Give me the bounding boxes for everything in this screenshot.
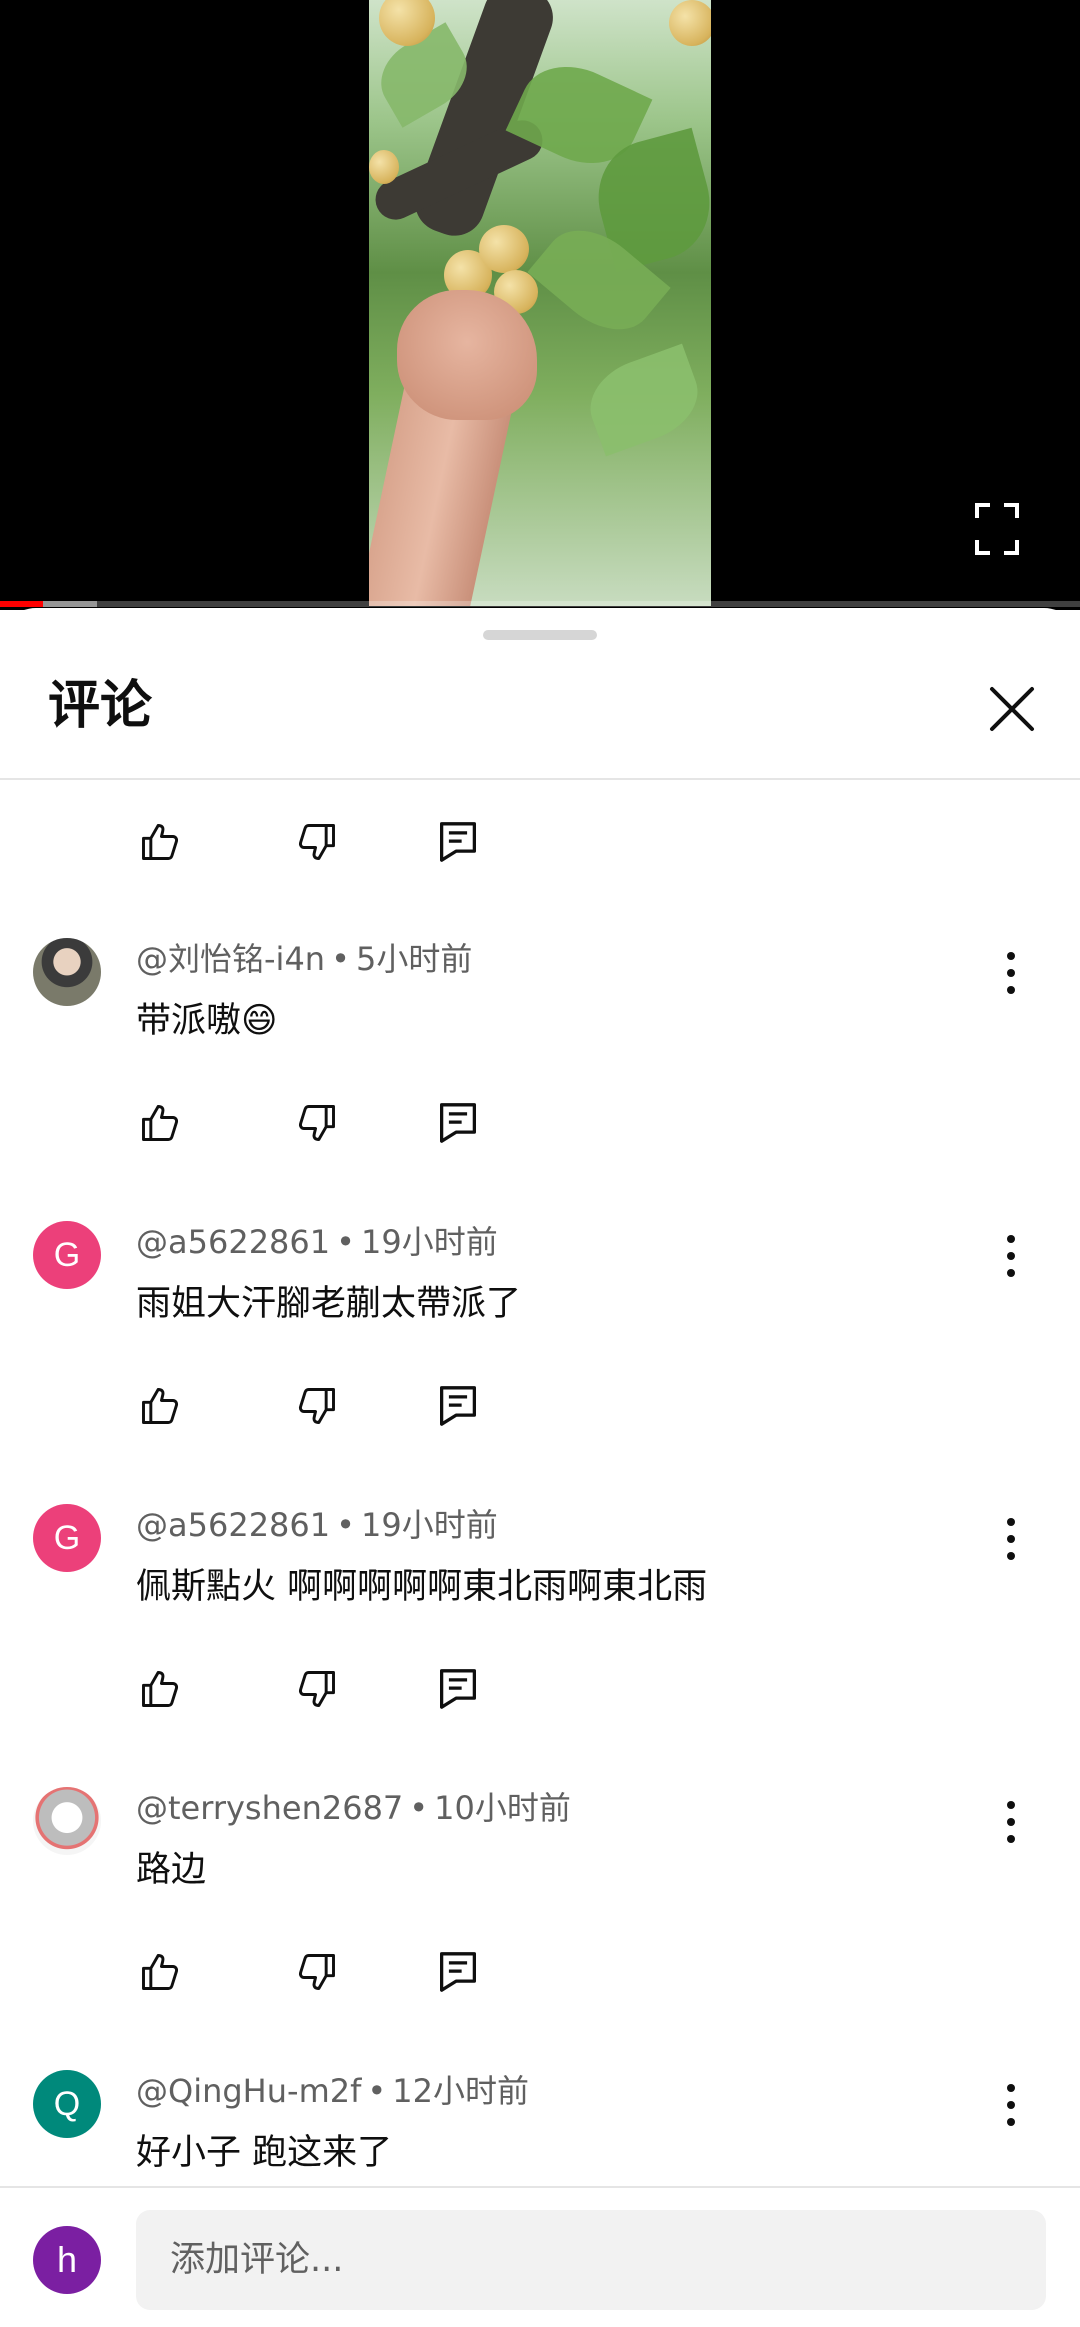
comment-actions	[130, 1659, 530, 1719]
comment-input-bar: h	[0, 2186, 1080, 2327]
comment-item: @terryshen2687 • 10小时前 路边	[0, 1787, 1080, 2057]
separator-dot: •	[367, 2072, 387, 2110]
reply-icon[interactable]	[428, 1942, 488, 2002]
comment-meta: @QingHu-m2f • 12小时前	[136, 2072, 529, 2110]
thumb-up-icon[interactable]	[130, 1659, 190, 1719]
avatar[interactable]: G	[33, 1504, 101, 1572]
comment-meta: @a5622861 • 19小时前	[136, 1223, 498, 1261]
comment-actions	[130, 812, 530, 872]
video-player[interactable]	[0, 0, 1080, 610]
more-vert-icon[interactable]	[993, 946, 1029, 1000]
thumb-up-icon[interactable]	[130, 1376, 190, 1436]
avatar[interactable]: Q	[33, 2070, 101, 2138]
comment-meta: @terryshen2687 • 10小时前	[136, 1789, 571, 1827]
more-vert-icon[interactable]	[993, 1795, 1029, 1849]
comment-text: 雨姐大汗腳老蒯太帶派了	[136, 1284, 522, 1324]
comment-item: @刘怡铭-i4n • 5小时前 带派嗷😄	[0, 938, 1080, 1208]
video-frame	[369, 0, 711, 606]
comment-time: 19小时前	[361, 1506, 498, 1544]
comment-text: 路边	[136, 1850, 207, 1890]
separator-dot: •	[331, 940, 350, 978]
reply-icon[interactable]	[428, 1093, 488, 1153]
separator-dot: •	[336, 1223, 355, 1261]
progress-played	[0, 601, 44, 607]
comment-author[interactable]: @QingHu-m2f	[136, 2072, 361, 2110]
comment-actions	[130, 1942, 530, 2002]
comment-actions	[130, 1093, 530, 1153]
fullscreen-icon[interactable]	[974, 502, 1020, 556]
more-vert-icon[interactable]	[993, 2078, 1029, 2132]
avatar[interactable]	[33, 1787, 101, 1855]
reply-icon[interactable]	[428, 812, 488, 872]
separator-dot: •	[336, 1506, 355, 1544]
comment-text: 佩斯點火 啊啊啊啊啊東北雨啊東北雨	[136, 1567, 708, 1607]
comment-meta: @刘怡铭-i4n • 5小时前	[136, 940, 472, 978]
thumb-down-icon[interactable]	[287, 1093, 347, 1153]
sheet-title: 评论	[48, 676, 153, 736]
comment-actions	[130, 1376, 530, 1436]
comment-text: 带派嗷😄	[136, 1001, 278, 1041]
close-icon[interactable]	[984, 681, 1040, 737]
comment-item: G @a5622861 • 19小时前 雨姐大汗腳老蒯太帶派了	[0, 1221, 1080, 1491]
drag-handle[interactable]	[483, 630, 597, 640]
comment-meta: @a5622861 • 19小时前	[136, 1506, 498, 1544]
comment-author[interactable]: @刘怡铭-i4n	[136, 940, 325, 978]
comment-author[interactable]: @terryshen2687	[136, 1789, 403, 1827]
add-comment-input[interactable]	[136, 2210, 1046, 2310]
header-divider	[0, 778, 1080, 780]
comment-time: 5小时前	[355, 940, 473, 978]
comment-item: G @a5622861 • 19小时前 佩斯點火 啊啊啊啊啊東北雨啊東北雨	[0, 1504, 1080, 1774]
separator-dot: •	[409, 1789, 429, 1827]
thumb-up-icon[interactable]	[130, 1942, 190, 2002]
thumb-down-icon[interactable]	[287, 1376, 347, 1436]
avatar[interactable]: h	[33, 2226, 101, 2294]
avatar[interactable]: G	[33, 1221, 101, 1289]
thumb-down-icon[interactable]	[287, 1942, 347, 2002]
reply-icon[interactable]	[428, 1376, 488, 1436]
thumb-up-icon[interactable]	[130, 1093, 190, 1153]
comment-text: 好小子 跑这来了	[136, 2133, 393, 2173]
comment-author[interactable]: @a5622861	[136, 1506, 330, 1544]
thumb-up-icon[interactable]	[130, 812, 190, 872]
more-vert-icon[interactable]	[993, 1229, 1029, 1283]
more-vert-icon[interactable]	[993, 1512, 1029, 1566]
comment-time: 12小时前	[392, 2072, 529, 2110]
video-progress-bar[interactable]	[0, 601, 1080, 607]
thumb-down-icon[interactable]	[287, 812, 347, 872]
comments-sheet: 评论 @刘怡铭-i4n • 5小时前 带派嗷😄 G @a5622861 • 19…	[0, 608, 1080, 2327]
avatar[interactable]	[33, 938, 101, 1006]
comment-time: 19小时前	[361, 1223, 498, 1261]
comment-time: 10小时前	[434, 1789, 571, 1827]
thumb-down-icon[interactable]	[287, 1659, 347, 1719]
reply-icon[interactable]	[428, 1659, 488, 1719]
comment-author[interactable]: @a5622861	[136, 1223, 330, 1261]
